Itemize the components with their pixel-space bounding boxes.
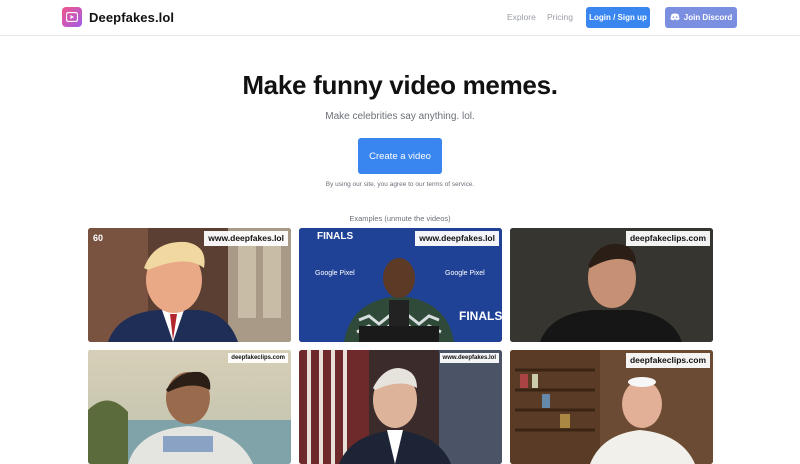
nav-link-explore[interactable]: Explore	[507, 12, 536, 22]
discord-icon	[670, 13, 680, 23]
join-discord-button[interactable]: Join Discord	[665, 7, 737, 28]
example-video-4[interactable]: deepfakeclips.com	[88, 350, 291, 464]
example-video-6[interactable]: deepfakeclips.com	[510, 350, 713, 464]
login-signup-button[interactable]: Login / Sign up	[586, 7, 650, 28]
login-signup-label: Login / Sign up	[589, 13, 647, 22]
60-minutes-badge: 60	[93, 233, 104, 243]
example-video-2[interactable]: FINALS Google Pixel Google Pixel FINALS …	[299, 228, 502, 342]
watermark-label: deepfakeclips.com	[228, 353, 288, 363]
finals-logo-side: FINALS	[459, 309, 502, 323]
play-logo-icon	[62, 7, 82, 27]
finals-logo-top: FINALS	[317, 231, 354, 242]
hero-subtitle: Make celebrities say anything. lol.	[325, 111, 475, 122]
example-video-5[interactable]: www.deepfakes.lol	[299, 350, 502, 464]
watermark-label: www.deepfakes.lol	[204, 231, 288, 246]
join-discord-label: Join Discord	[683, 13, 733, 22]
nav-link-pricing[interactable]: Pricing	[547, 12, 573, 22]
video-frame-5	[299, 350, 502, 464]
watermark-label: deepfakeclips.com	[625, 353, 710, 368]
watermark-label: www.deepfakes.lol	[439, 353, 499, 363]
example-video-1[interactable]: 60 www.deepfakes.lol	[88, 228, 291, 342]
google-pixel-logo-left: Google Pixel	[315, 270, 355, 277]
create-video-button[interactable]: Create a video	[358, 138, 442, 174]
watermark-label: deepfakeclips.com	[625, 231, 710, 246]
google-pixel-logo-right: Google Pixel	[445, 270, 485, 277]
create-video-label: Create a video	[369, 150, 431, 162]
brand-home-link[interactable]: Deepfakes.lol	[62, 7, 174, 27]
hero-title: Make funny video memes.	[242, 70, 558, 100]
examples-label: Examples (unmute the videos)	[349, 214, 451, 223]
brand-name: Deepfakes.lol	[89, 9, 175, 25]
example-video-3[interactable]: deepfakeclips.com	[510, 228, 713, 342]
terms-notice: By using our site, you agree to our term…	[325, 181, 475, 188]
video-frame-4	[88, 350, 291, 464]
watermark-label: www.deepfakes.lol	[415, 231, 499, 246]
top-navbar: Deepfakes.lol Explore Pricing Login / Si…	[0, 0, 800, 36]
